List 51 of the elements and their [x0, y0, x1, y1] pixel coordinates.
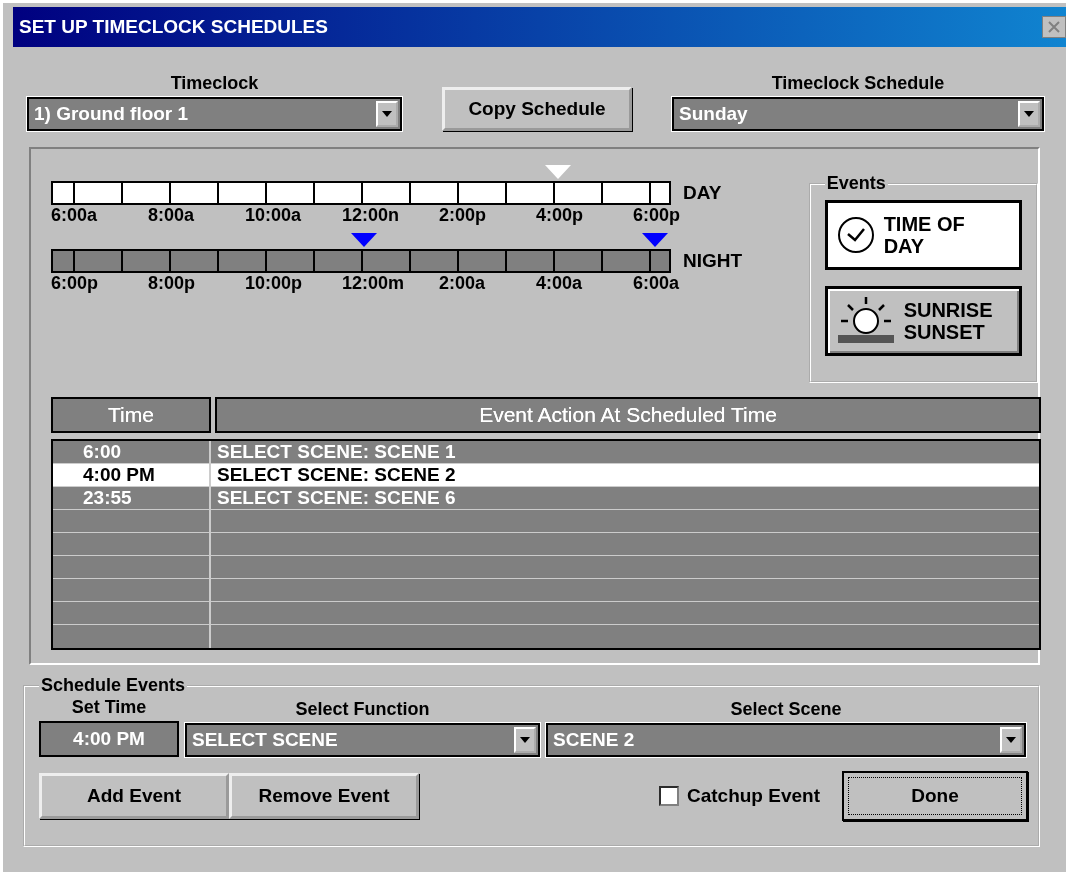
time-tick-label: 12:00n [342, 205, 401, 227]
marker-icon[interactable] [545, 165, 571, 179]
action-cell-text: SELECT SCENE: SCENE 2 [216, 464, 456, 486]
close-icon [1046, 20, 1062, 34]
timeline-label: DAY [683, 182, 722, 204]
time-tick-label: 6:00a [633, 273, 681, 295]
catchup-checkbox[interactable] [658, 786, 679, 806]
function-dropdown[interactable]: SELECT SCENE [185, 723, 540, 757]
time-tick-label: 6:00p [51, 273, 100, 295]
schedule-events-title: Schedule Events [40, 675, 187, 696]
add-event-button[interactable]: Add Event [39, 773, 229, 819]
event-type-button[interactable]: TIME OF DAY [824, 200, 1022, 270]
done-button[interactable]: Done [842, 771, 1028, 821]
column-header[interactable]: Time [51, 397, 211, 433]
column-header[interactable]: Event Action At Scheduled Time [215, 397, 1041, 433]
time-tick-label: 4:00a [536, 273, 584, 295]
scene-dropdown[interactable]: SCENE 2 [546, 723, 1026, 757]
schedule-dropdown[interactable]: Sunday [672, 97, 1044, 131]
time-tick-label: 2:00p [439, 205, 488, 227]
marker-icon[interactable] [351, 233, 377, 247]
select-function-label: Select Function [295, 698, 430, 720]
time-cell: 4:00 PM [53, 464, 211, 486]
time-cell: 23:55 [53, 487, 211, 509]
time-tick-label: 10:00p [245, 273, 304, 295]
select-scene-label: Select Scene [730, 698, 842, 720]
time-tick-label: 4:00p [536, 205, 585, 227]
action-cell-text: SELECT SCENE: SCENE 6 [216, 487, 456, 509]
marker-icon[interactable] [642, 233, 668, 247]
events-title: Events [825, 173, 887, 194]
time-tick-label: 8:00a [148, 205, 196, 227]
set-time-label: Set Time [71, 696, 147, 718]
set-time-field[interactable]: 4:00 PM [39, 721, 179, 757]
timeclock-label: Timeclock [170, 72, 259, 94]
table-row[interactable]: 4:00 PM SELECT SCENE: SCENE 2 [53, 464, 1039, 487]
remove-event-button[interactable]: Remove Event [229, 773, 419, 819]
time-tick-label: 6:00p [633, 205, 682, 227]
table-row[interactable]: 23:55 SELECT SCENE: SCENE 6 [53, 487, 1039, 510]
schedule-label: Timeclock Schedule [771, 72, 945, 94]
timeline-bar[interactable] [51, 181, 671, 205]
copy-schedule-button[interactable]: Copy Schedule [442, 87, 632, 131]
time-tick-label: 10:00a [245, 205, 303, 227]
window-title: SET UP TIMECLOCK SCHEDULES [19, 16, 328, 38]
time-tick-label: 2:00a [439, 273, 487, 295]
action-cell-text: SELECT SCENE: SCENE 1 [216, 441, 456, 463]
timeline-label: NIGHT [683, 250, 743, 272]
time-tick-label: 12:00m [342, 273, 406, 295]
time-tick-label: 6:00a [51, 205, 99, 227]
time-tick-label: 8:00p [148, 273, 197, 295]
event-type-button[interactable]: SUNRISE SUNSET [824, 286, 1022, 356]
catchup-label[interactable]: Catchup Event [686, 785, 820, 807]
timeclock-dropdown[interactable]: 1) Ground floor 1 [27, 97, 402, 131]
